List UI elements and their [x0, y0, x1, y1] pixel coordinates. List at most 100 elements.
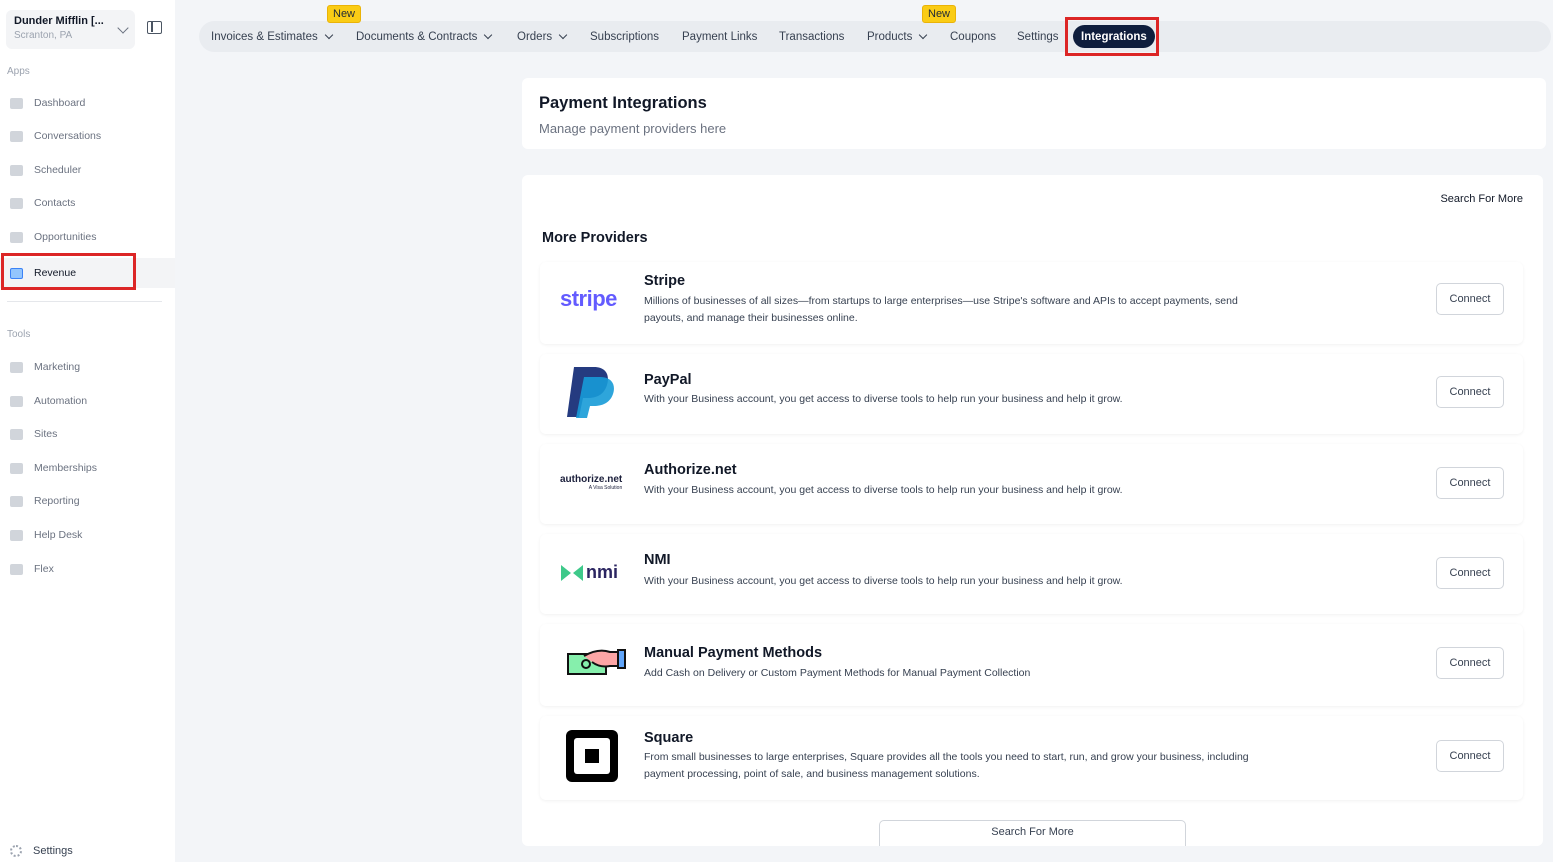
cash-hand-icon — [567, 649, 626, 675]
tab-payment-links[interactable]: Payment Links — [682, 21, 757, 52]
provider-card-square: Square From small businesses to large en… — [540, 716, 1523, 800]
top-nav: Invoices & Estimates Documents & Contrac… — [199, 21, 1551, 52]
provider-card-nmi: nmi NMI With your Business account, you … — [540, 534, 1523, 614]
tab-subscriptions[interactable]: Subscriptions — [590, 21, 659, 52]
tab-label: Invoices & Estimates — [211, 30, 318, 43]
account-name: Dunder Mifflin [... — [14, 15, 104, 27]
provider-description: With your Business account, you get acce… — [644, 575, 1123, 587]
sidebar-item-label: Marketing — [34, 361, 81, 373]
sidebar-item-label: Opportunities — [34, 231, 97, 243]
provider-name: PayPal — [644, 372, 692, 388]
sidebar-item-label: Conversations — [34, 130, 102, 142]
tab-label: Subscriptions — [590, 30, 660, 43]
authorize-net-logo-icon: authorize.net A Visa Solution — [560, 474, 622, 491]
provider-card-paypal: PayPal With your Business account, you g… — [540, 354, 1523, 434]
sidebar-item-automation[interactable]: Automation — [0, 389, 175, 413]
chat-icon — [10, 130, 23, 142]
target-icon — [10, 231, 23, 243]
sidebar-item-label: Help Desk — [34, 529, 83, 541]
gears-icon — [10, 395, 23, 407]
connect-button[interactable]: Connect — [1436, 647, 1504, 679]
paypal-logo-icon — [567, 367, 614, 418]
chevron-down-icon — [919, 30, 928, 39]
sidebar-item-contacts[interactable]: Contacts — [0, 191, 175, 215]
sidebar-item-flex[interactable]: Flex — [0, 557, 175, 581]
pie-chart-icon — [10, 495, 23, 507]
person-icon — [10, 197, 23, 209]
stripe-logo-icon: stripe — [560, 286, 617, 311]
globe-icon — [10, 428, 23, 440]
sidebar-item-sites[interactable]: Sites — [0, 422, 175, 446]
tab-integrations[interactable]: Integrations — [1073, 25, 1155, 48]
square-logo-icon — [566, 730, 618, 782]
tab-coupons[interactable]: Coupons — [950, 21, 996, 52]
sidebar-toggle-icon[interactable] — [147, 21, 162, 34]
tab-label: Coupons — [950, 30, 997, 43]
connect-button[interactable]: Connect — [1436, 283, 1504, 315]
provider-name: Manual Payment Methods — [644, 645, 823, 661]
help-icon — [10, 529, 23, 541]
connect-button[interactable]: Connect — [1436, 376, 1504, 408]
connect-button[interactable]: Connect — [1436, 467, 1504, 499]
sidebar-item-scheduler[interactable]: Scheduler — [0, 158, 175, 182]
sidebar-item-revenue[interactable]: Revenue — [0, 258, 175, 288]
tab-label: Products — [867, 30, 913, 43]
sidebar-item-reporting[interactable]: Reporting — [0, 489, 175, 513]
tab-documents-contracts[interactable]: Documents & Contracts — [356, 21, 493, 52]
sidebar-item-marketing[interactable]: Marketing — [0, 355, 175, 379]
connect-button[interactable]: Connect — [1436, 740, 1504, 772]
section-title: More Providers — [542, 230, 648, 246]
account-switcher[interactable]: Dunder Mifflin [... Scranton, PA — [6, 10, 135, 49]
provider-name: Square — [644, 730, 694, 746]
tab-label: Settings — [1017, 30, 1059, 43]
new-badge: New — [327, 5, 362, 23]
providers-card: Search For More More Providers stripe St… — [522, 175, 1543, 846]
group-icon — [10, 462, 23, 474]
sidebar-divider — [7, 301, 162, 302]
provider-name: Authorize.net — [644, 462, 737, 478]
provider-description: With your Business account, you get acce… — [644, 484, 1123, 496]
sidebar-item-conversations[interactable]: Conversations — [0, 124, 175, 148]
chevron-down-icon — [558, 30, 568, 39]
tab-products[interactable]: Products — [867, 21, 928, 52]
provider-name: Stripe — [644, 273, 686, 289]
sidebar-item-memberships[interactable]: Memberships — [0, 456, 175, 480]
provider-card-stripe: stripe Stripe Millions of businesses of … — [540, 262, 1523, 344]
tools-section-label: Tools — [7, 329, 31, 340]
connect-button[interactable]: Connect — [1436, 557, 1504, 589]
sidebar-item-label: Contacts — [34, 197, 76, 209]
page-subtitle: Manage payment providers here — [539, 121, 727, 136]
sidebar-item-dashboard[interactable]: Dashboard — [0, 91, 175, 115]
sidebar-item-label: Scheduler — [34, 164, 82, 176]
search-for-more-button[interactable]: Search For More — [879, 820, 1186, 846]
logo-subtext: A Visa Solution — [588, 485, 623, 491]
tab-invoices-estimates[interactable]: Invoices & Estimates — [211, 21, 333, 52]
tab-label: Orders — [517, 30, 553, 43]
tab-orders[interactable]: Orders — [517, 21, 568, 52]
sidebar-item-opportunities[interactable]: Opportunities — [0, 225, 175, 249]
provider-card-manual-payment: Manual Payment Methods Add Cash on Deliv… — [540, 624, 1523, 706]
sidebar-item-label: Reporting — [34, 495, 80, 507]
nmi-mark-icon — [561, 564, 583, 581]
tab-label: Integrations — [1081, 30, 1147, 43]
sidebar-item-settings[interactable]: Settings — [10, 845, 73, 857]
credit-card-icon — [10, 267, 23, 279]
tab-settings[interactable]: Settings — [1017, 21, 1059, 52]
nmi-logo-icon: nmi — [560, 562, 618, 583]
provider-name: NMI — [644, 552, 671, 568]
sidebar: Dunder Mifflin [... Scranton, PA Apps Da… — [0, 0, 175, 862]
sidebar-item-label: Sites — [34, 428, 58, 440]
provider-description: Millions of businesses of all sizes—from… — [644, 295, 1238, 324]
tab-label: Documents & Contracts — [356, 30, 478, 43]
provider-description: Add Cash on Delivery or Custom Payment M… — [644, 667, 1031, 679]
sidebar-item-help-desk[interactable]: Help Desk — [0, 523, 175, 547]
sidebar-item-label: Automation — [34, 395, 88, 407]
tab-transactions[interactable]: Transactions — [779, 21, 844, 52]
sidebar-item-label: Settings — [33, 845, 73, 857]
provider-description: With your Business account, you get acce… — [644, 393, 1123, 405]
search-for-more-link[interactable]: Search For More — [1440, 193, 1523, 205]
page-title: Payment Integrations — [539, 94, 707, 112]
team-icon — [10, 563, 23, 575]
sidebar-item-label: Flex — [34, 563, 54, 575]
megaphone-icon — [10, 361, 23, 373]
